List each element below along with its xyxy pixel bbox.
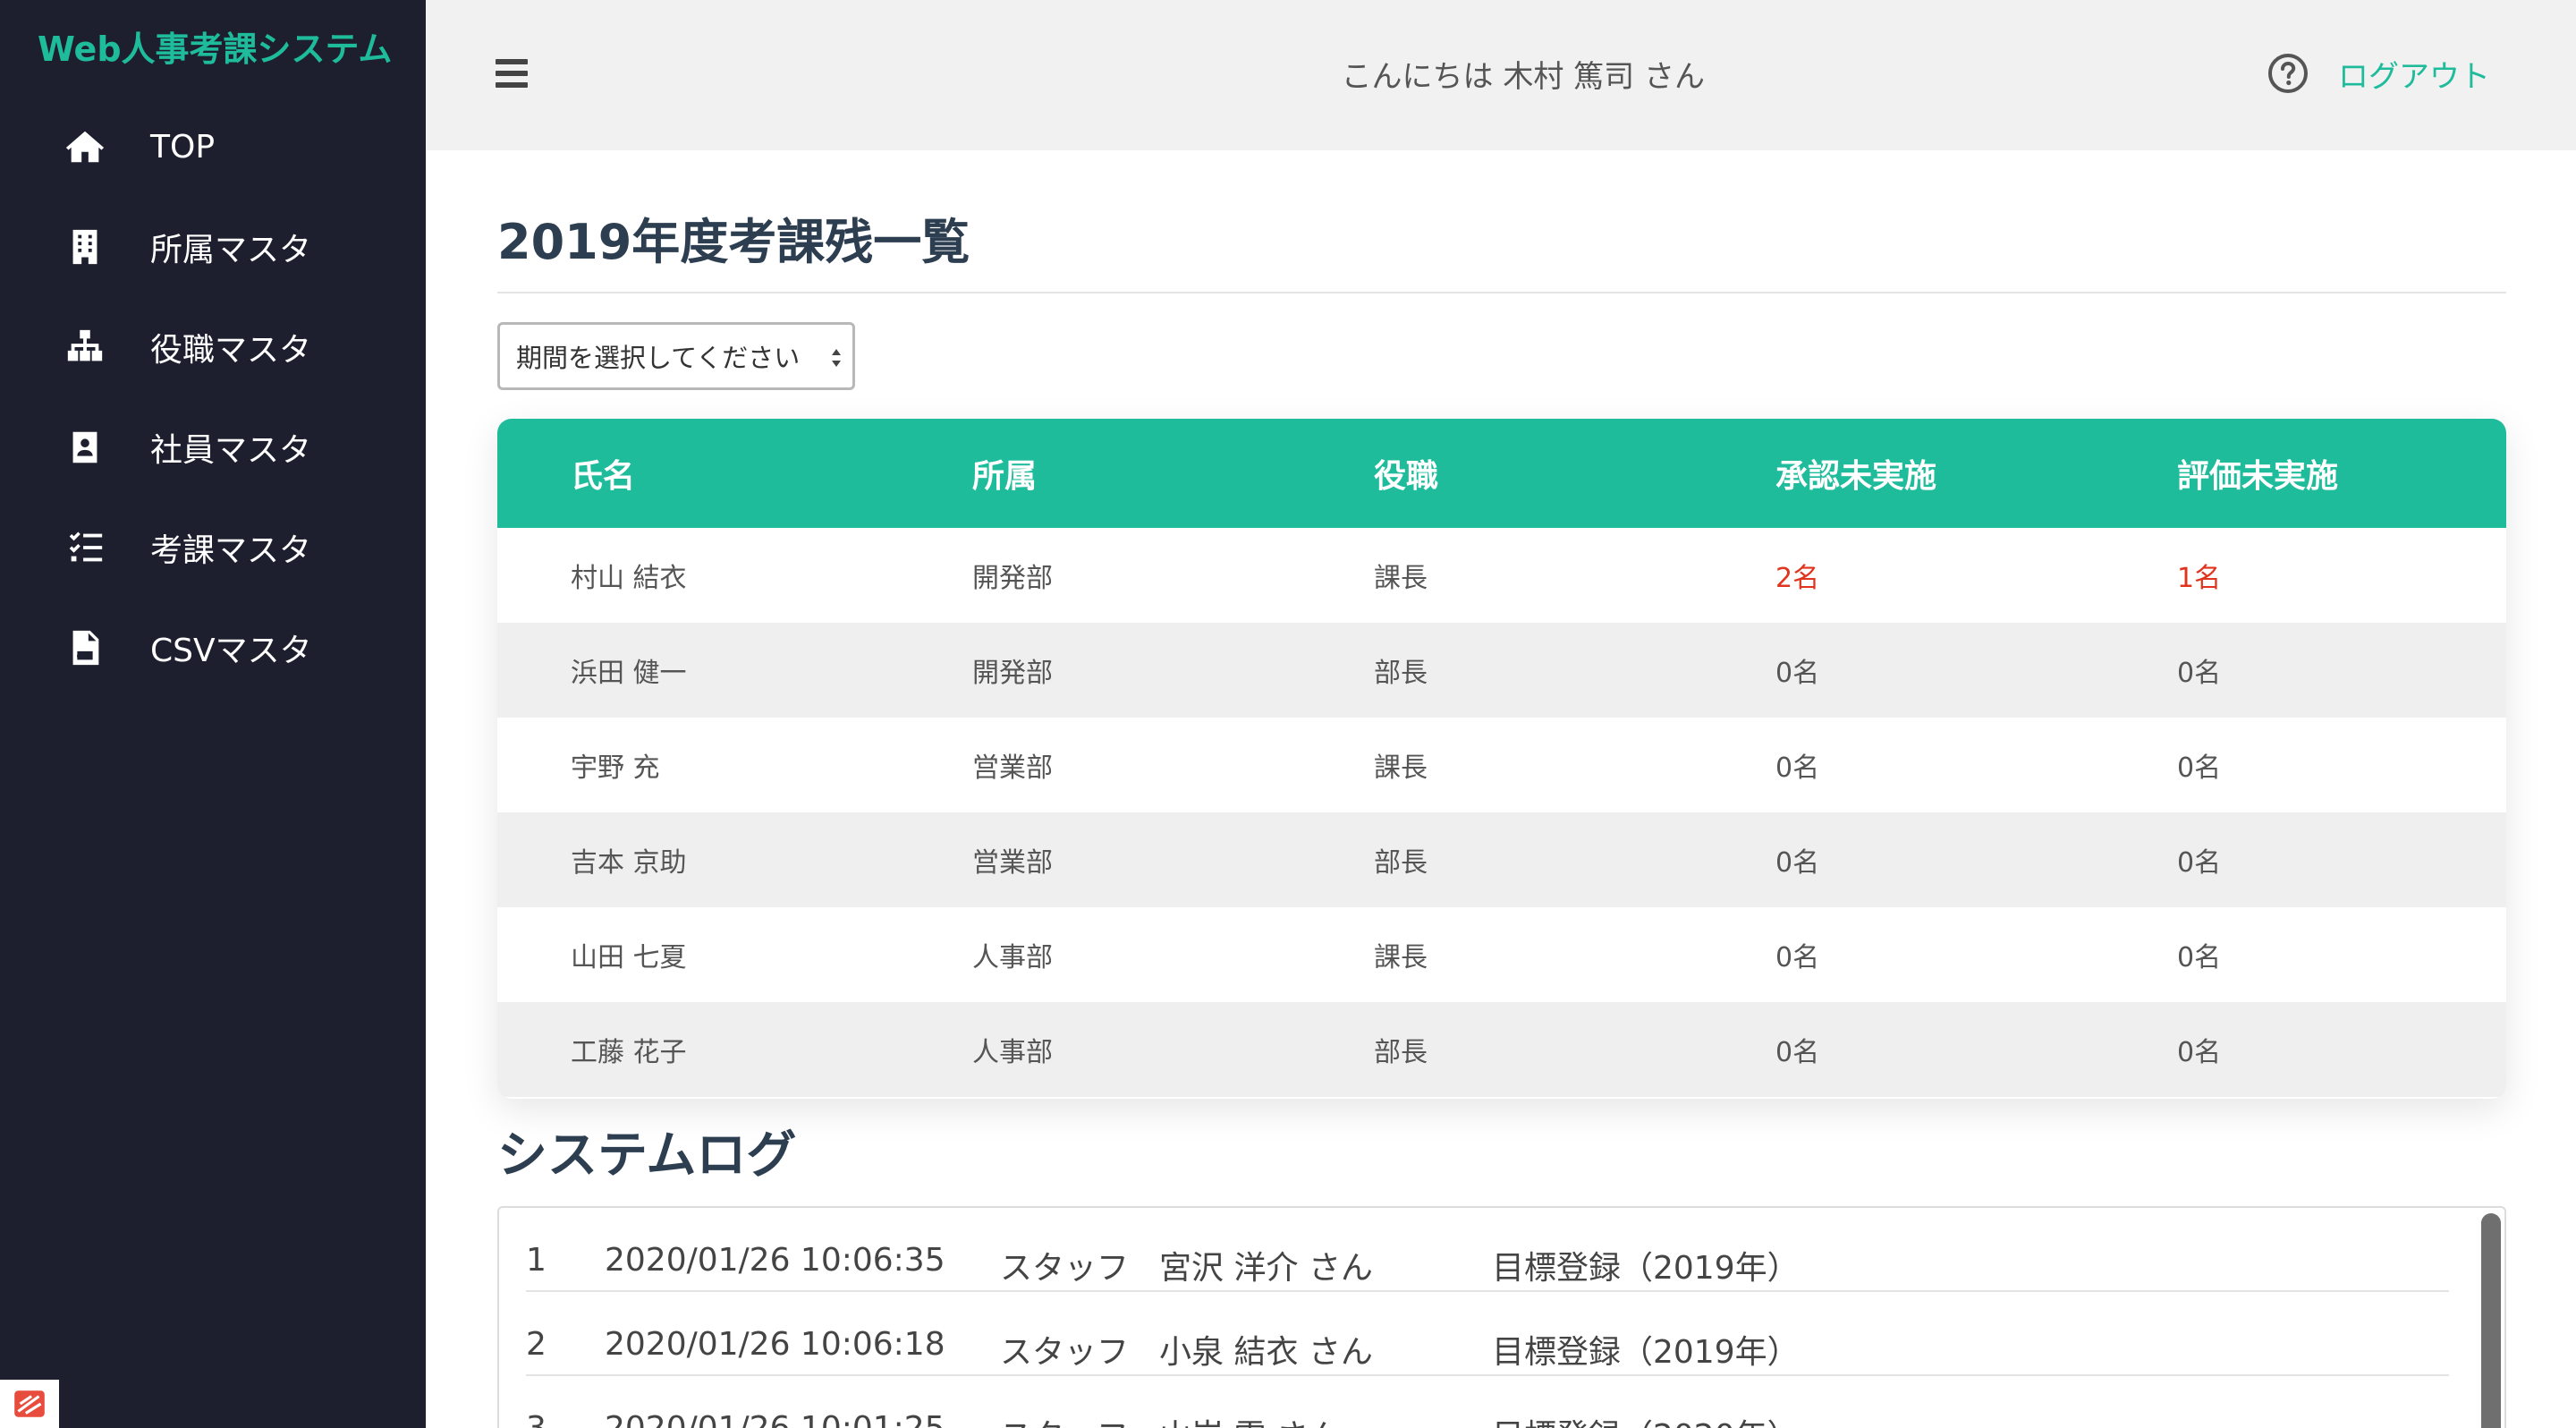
cell-evaluation-pending: 0名 [2177, 1037, 2222, 1068]
log-user: 山岸 雪 さん [1159, 1410, 1341, 1428]
column-header-evaluation-pending[interactable]: 評価未実施 [2104, 450, 2505, 497]
sidebar-item-label: 所属マスタ [150, 232, 312, 268]
cell-approval-pending: 0名 [1775, 942, 1820, 973]
cell-approval-pending: 2名 [1775, 563, 1820, 594]
home-icon [0, 97, 170, 197]
cell-evaluation-pending: 1名 [2177, 563, 2222, 594]
log-role: スタッフ [1000, 1410, 1129, 1428]
top-bar: こんにちは 木村 篤司 さん ログアウト [426, 0, 2576, 150]
title-divider [497, 292, 2506, 293]
cell-position: 課長 [1374, 752, 1428, 784]
sitemap-icon [0, 297, 170, 397]
cell-name: 山田 七夏 [571, 942, 687, 973]
sidebar-item-csv-master[interactable]: CSVマスタ [0, 598, 426, 698]
cell-evaluation-pending: 0名 [2177, 658, 2222, 689]
sidebar-item-employee-master[interactable]: 社員マスタ [0, 397, 426, 497]
table-row[interactable]: 工藤 花子 人事部 部長 0名 0名 [497, 1002, 2506, 1097]
app-root: Web人事考課システム TOP 所属マスタ 役職マスタ 社員マスタ 考課マスタ … [0, 0, 2576, 1428]
log-row: 3 2020/01/26 10:01:25 スタッフ 山岸 雪 さん 目標登録（… [526, 1376, 2449, 1428]
log-user: 小泉 結衣 さん [1159, 1334, 1373, 1371]
cell-approval-pending: 0名 [1775, 847, 1820, 879]
id-card-icon [0, 397, 170, 497]
log-action: 目標登録（2019年） [1492, 1250, 1800, 1287]
column-header-department[interactable]: 所属 [899, 450, 1301, 497]
cell-evaluation-pending: 0名 [2177, 752, 2222, 784]
log-datetime: 2020/01/26 10:06:35 [605, 1242, 945, 1279]
log-role: スタッフ [1000, 1250, 1130, 1287]
cell-approval-pending: 0名 [1775, 752, 1820, 784]
cell-evaluation-pending: 0名 [2177, 847, 2222, 879]
system-log-title: システムログ [497, 1126, 797, 1185]
log-action: 目標登録（2019年） [1492, 1334, 1800, 1371]
question-circle-icon[interactable] [2267, 52, 2309, 95]
cell-department: 開発部 [972, 563, 1053, 594]
sidebar-item-appraisal-master[interactable]: 考課マスタ [0, 497, 426, 598]
table-header: 氏名 所属 役職 承認未実施 評価未実施 [497, 419, 2506, 528]
table-row[interactable]: 山田 七夏 人事部 課長 0名 0名 [497, 907, 2506, 1002]
page-title: 2019年度考課残一覧 [497, 214, 970, 270]
cell-name: 浜田 健一 [571, 658, 687, 689]
cell-position: 部長 [1374, 1037, 1428, 1068]
sidebar-item-label: 社員マスタ [150, 432, 312, 469]
sidebar-item-department-master[interactable]: 所属マスタ [0, 197, 426, 297]
building-icon [0, 197, 170, 297]
tasks-icon [0, 497, 170, 598]
cell-name: 吉本 京助 [571, 847, 687, 879]
sidebar-item-label: 考課マスタ [150, 532, 312, 569]
log-role: スタッフ [1000, 1334, 1130, 1371]
sidebar-item-label: CSVマスタ [150, 633, 312, 669]
csv-file-icon [0, 598, 170, 698]
table-row[interactable]: 浜田 健一 開発部 部長 0名 0名 [497, 623, 2506, 718]
cell-name: 工藤 花子 [571, 1037, 687, 1068]
sidebar-item-label: TOP [150, 128, 216, 166]
sidebar-nav: TOP 所属マスタ 役職マスタ 社員マスタ 考課マスタ CSVマスタ [0, 97, 426, 698]
cell-approval-pending: 0名 [1775, 1037, 1820, 1068]
cell-name: 宇野 充 [571, 752, 660, 784]
app-corner-badge[interactable] [0, 1380, 59, 1428]
cell-department: 人事部 [972, 1037, 1053, 1068]
column-header-name[interactable]: 氏名 [497, 450, 899, 497]
cell-approval-pending: 0名 [1775, 658, 1820, 689]
cell-department: 人事部 [972, 942, 1053, 973]
table-row[interactable]: 吉本 京助 営業部 部長 0名 0名 [497, 812, 2506, 907]
cell-department: 営業部 [972, 752, 1053, 784]
period-select[interactable]: 期間を選択してください [497, 322, 855, 390]
column-header-approval-pending[interactable]: 承認未実施 [1702, 450, 2104, 497]
appraisal-remaining-table: 氏名 所属 役職 承認未実施 評価未実施 村山 結衣 開発部 課長 2名 1名 … [497, 419, 2506, 1099]
sidebar: Web人事考課システム TOP 所属マスタ 役職マスタ 社員マスタ 考課マスタ … [0, 0, 426, 1428]
log-action: 目標登録（2020年） [1492, 1410, 1800, 1428]
cell-position: 課長 [1374, 942, 1428, 973]
log-number: 3 [526, 1410, 547, 1428]
cell-name: 村山 結衣 [571, 563, 687, 594]
app-brand[interactable]: Web人事考課システム [38, 21, 392, 71]
cell-position: 部長 [1374, 658, 1428, 689]
cell-position: 課長 [1374, 563, 1428, 594]
log-datetime: 2020/01/26 10:06:18 [605, 1326, 945, 1363]
system-log-list[interactable]: 1 2020/01/26 10:06:35 スタッフ 宮沢 洋介 さん 目標登録… [497, 1206, 2506, 1428]
log-row: 1 2020/01/26 10:06:35 スタッフ 宮沢 洋介 さん 目標登録… [526, 1208, 2449, 1292]
column-header-position[interactable]: 役職 [1301, 450, 1702, 497]
app-badge-icon [14, 1390, 45, 1417]
cell-department: 営業部 [972, 847, 1053, 879]
logout-link[interactable]: ログアウト [2338, 52, 2490, 96]
cell-department: 開発部 [972, 658, 1053, 689]
log-number: 1 [526, 1242, 547, 1279]
table-row[interactable]: 宇野 充 営業部 課長 0名 0名 [497, 718, 2506, 812]
sidebar-item-label: 役職マスタ [150, 332, 312, 369]
sidebar-item-position-master[interactable]: 役職マスタ [0, 297, 426, 397]
log-datetime: 2020/01/26 10:01:25 [605, 1410, 945, 1428]
cell-evaluation-pending: 0名 [2177, 942, 2222, 973]
hamburger-icon[interactable] [496, 55, 531, 91]
period-select-value: 期間を選択してください [516, 343, 801, 373]
log-user: 宮沢 洋介 さん [1159, 1250, 1373, 1287]
greeting-text: こんにちは 木村 篤司 さん [1341, 59, 1705, 95]
table-row[interactable]: 村山 結衣 開発部 課長 2名 1名 [497, 528, 2506, 623]
cell-position: 部長 [1374, 847, 1428, 879]
log-scrollbar[interactable] [2481, 1213, 2501, 1428]
sidebar-item-top[interactable]: TOP [0, 97, 426, 197]
select-arrows-icon [832, 349, 841, 367]
log-row: 2 2020/01/26 10:06:18 スタッフ 小泉 結衣 さん 目標登録… [526, 1292, 2449, 1376]
log-number: 2 [526, 1326, 547, 1363]
